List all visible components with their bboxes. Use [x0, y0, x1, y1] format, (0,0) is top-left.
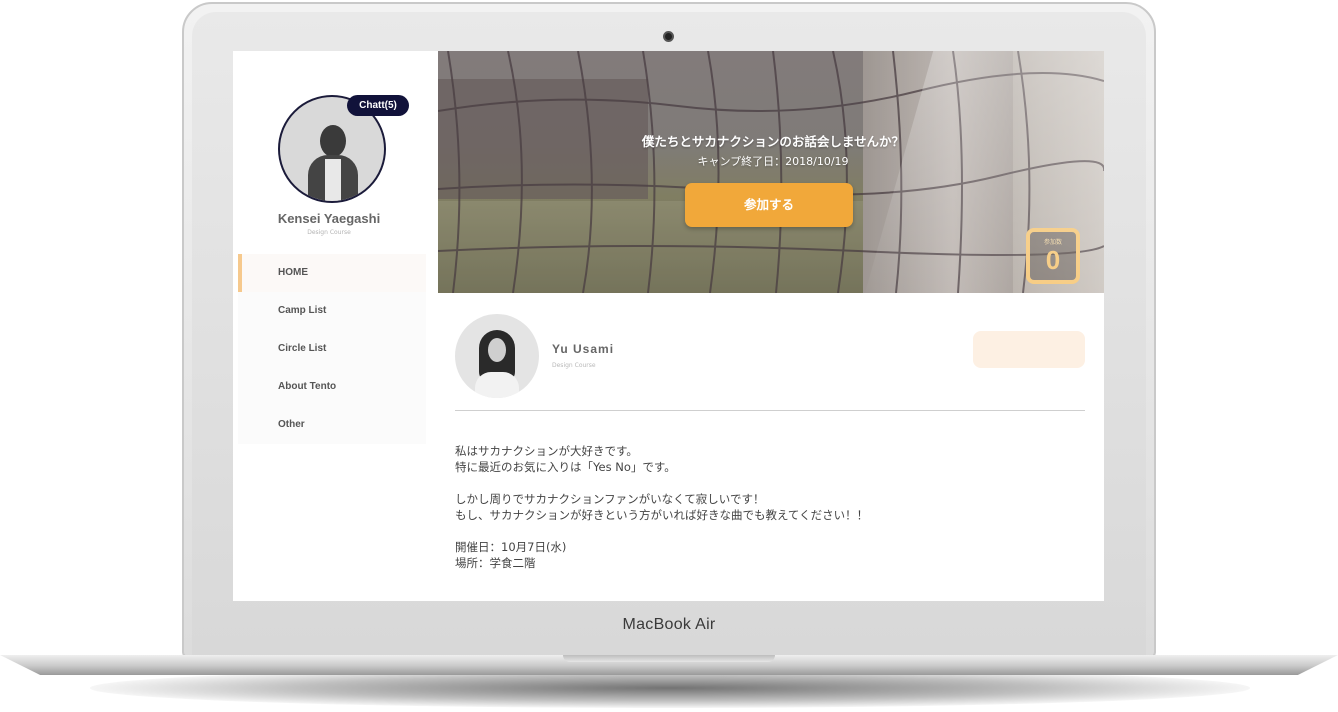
sidebar-item-about-tento[interactable]: About Tento [238, 368, 426, 406]
post-body-line: 場所：学食二階 [455, 556, 536, 570]
sidebar-item-label: HOME [278, 267, 308, 278]
participant-count-badge: 参加数 0 [1026, 228, 1080, 284]
user-name: Kensei Yaegashi [277, 211, 381, 226]
sidebar-item-label: About Tento [278, 381, 337, 392]
avatar-head-shape [320, 125, 346, 157]
post-divider [455, 410, 1085, 411]
avatar-face-shape [488, 338, 506, 362]
post-body-line: 特に最近のお気に入りは「Yes No」です。 [455, 460, 676, 474]
avatar-shirt-shape [325, 159, 341, 201]
camp-end-date: キャンプ終了日：2018/10/19 [697, 155, 849, 168]
app-screen: Chatt(5) Kensei Yaegashi Design Course H… [233, 51, 1104, 601]
user-course: Design Course [307, 229, 351, 236]
sidebar-item-home[interactable]: HOME [238, 254, 426, 292]
sidebar-item-label: Camp List [278, 305, 327, 316]
sidebar-item-label: Circle List [278, 343, 327, 354]
sidebar: Chatt(5) Kensei Yaegashi Design Course H… [233, 51, 438, 601]
author-name: Yu Usami [552, 342, 615, 356]
post-body-line: 開催日：10月7日(水) [455, 540, 567, 554]
sidebar-item-label: Other [278, 419, 305, 430]
post-body: 私はサカナクションが大好きです。 特に最近のお気に入りは「Yes No」です。 … [455, 443, 1075, 571]
author-course: Design Course [552, 362, 596, 369]
sidebar-item-camp-list[interactable]: Camp List [238, 292, 426, 330]
camp-title: 僕たちとサカナクションのお話会しませんか？ [641, 134, 905, 149]
author-avatar[interactable] [455, 314, 539, 398]
post-body-line: もし、サカナクションが好きという方がいれば好きな曲でも教えてください！！ [455, 508, 869, 522]
follow-button[interactable] [973, 331, 1085, 368]
sidebar-nav: HOME Camp List Circle List About Tento O… [238, 254, 426, 444]
post-panel: Yu Usami Design Course 私はサカナクションが大好きです。 … [438, 293, 1104, 601]
camera-icon [663, 31, 674, 42]
participant-count-value: 0 [1045, 245, 1061, 275]
post-body-line: 私はサカナクションが大好きです。 [455, 444, 638, 458]
post-body-line [455, 523, 1075, 539]
chat-badge-button[interactable]: Chatt(5) [347, 95, 409, 116]
banner-overlay [438, 51, 1104, 293]
sidebar-item-other[interactable]: Other [238, 406, 426, 444]
avatar-body-shape [475, 372, 519, 398]
camp-banner: 僕たちとサカナクションのお話会しませんか？ キャンプ終了日：2018/10/19… [438, 51, 1104, 293]
sidebar-nav-list: Camp List Circle List About Tento Other [238, 292, 426, 444]
post-body-line [455, 475, 1075, 491]
join-button[interactable]: 参加する [685, 183, 853, 227]
post-body-line: しかし周りでサカナクションファンがいなくて寂しいです！ [455, 492, 765, 506]
laptop-brand-label: MacBook Air [622, 616, 716, 633]
laptop-notch [563, 655, 775, 662]
sidebar-item-circle-list[interactable]: Circle List [238, 330, 426, 368]
